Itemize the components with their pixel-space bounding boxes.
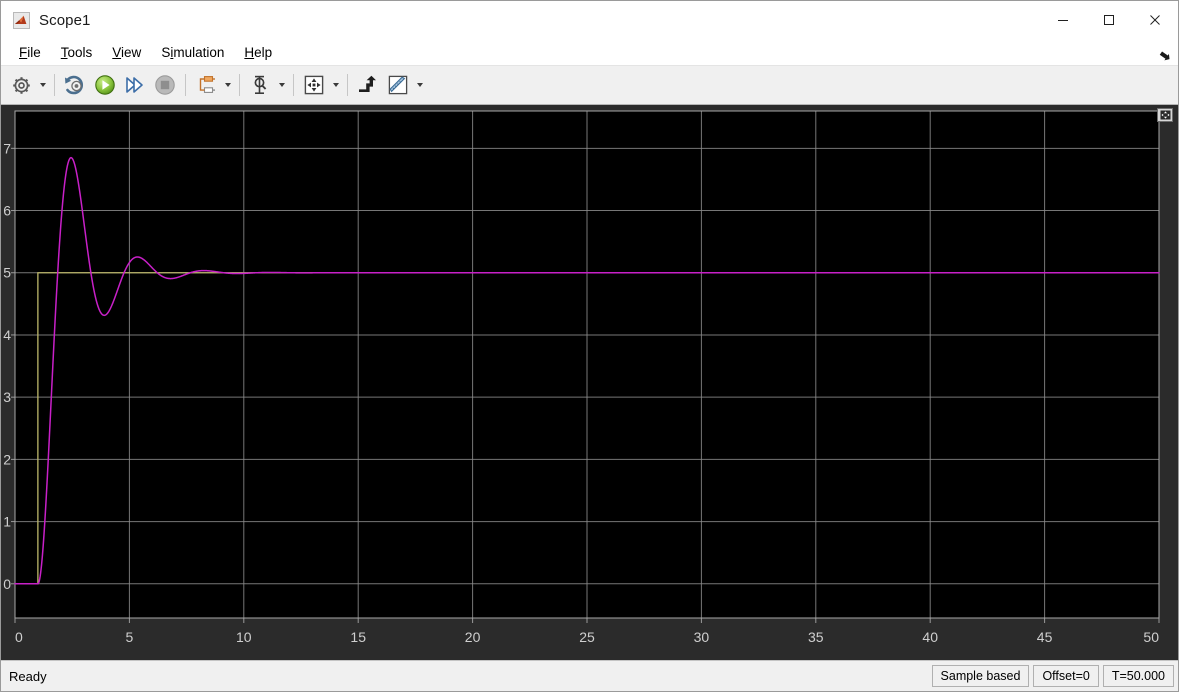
y-tick-label: 2 <box>3 451 11 467</box>
maximize-axes-button[interactable] <box>1157 108 1173 122</box>
title-bar-left: Scope1 <box>1 11 91 29</box>
toolbar-separator <box>239 74 240 96</box>
stop-icon <box>155 75 175 95</box>
y-tick-label: 4 <box>3 327 11 343</box>
zoom-fit-to-view-button[interactable] <box>299 70 329 100</box>
status-cells: Sample based Offset=0 T=50.000 <box>928 665 1178 687</box>
signal-selection-dropdown-caret[interactable] <box>221 70 234 100</box>
y-tick-label: 3 <box>3 389 11 405</box>
configuration-properties-button[interactable] <box>6 70 36 100</box>
menu-item-file[interactable]: File <box>9 42 51 63</box>
x-tick-label: 45 <box>1037 629 1053 645</box>
toolbar-separator <box>347 74 348 96</box>
minimize-button[interactable] <box>1040 1 1086 39</box>
trigger-button[interactable] <box>353 70 383 100</box>
x-tick-label: 25 <box>579 629 595 645</box>
close-button[interactable] <box>1132 1 1178 39</box>
toolbar <box>1 66 1178 105</box>
maximize-icon <box>1104 15 1114 25</box>
rewind-to-start-button[interactable] <box>60 70 90 100</box>
trigger-icon <box>359 75 376 92</box>
menu-expand-arrow-icon[interactable] <box>1158 50 1172 64</box>
window-controls <box>1040 1 1178 39</box>
x-tick-label: 0 <box>15 629 23 645</box>
cursor-measurements-button[interactable] <box>245 70 275 100</box>
cursor-icon <box>254 75 267 95</box>
toolbar-separator <box>185 74 186 96</box>
matlab-membrane-icon <box>13 11 30 29</box>
offset-cell: Offset=0 <box>1033 665 1099 687</box>
minimize-icon <box>1058 20 1068 21</box>
scope-plot-area[interactable]: 0 5 10 15 20 25 30 35 40 45 50 0 1 2 3 4 5 6 7 <box>1 105 1178 660</box>
play-icon <box>95 75 115 95</box>
title-bar: Scope1 <box>1 1 1178 39</box>
stop-button[interactable] <box>150 70 180 100</box>
menu-item-help[interactable]: Help <box>234 42 282 63</box>
x-tick-label: 50 <box>1143 629 1159 645</box>
configuration-dropdown-caret[interactable] <box>36 70 49 100</box>
y-tick-label: 0 <box>3 576 11 592</box>
status-ready-text: Ready <box>9 668 47 684</box>
x-tick-label: 5 <box>126 629 134 645</box>
menu-bar: File Tools View Simulation Help <box>1 39 1178 66</box>
time-cell: T=50.000 <box>1102 665 1174 687</box>
ruler-icon <box>388 75 408 95</box>
x-tick-label: 10 <box>236 629 252 645</box>
fit-to-view-icon <box>304 75 324 95</box>
run-button[interactable] <box>90 70 120 100</box>
y-tick-label: 6 <box>3 203 11 219</box>
gear-icon <box>12 76 30 94</box>
menu-item-view[interactable]: View <box>102 42 151 63</box>
maximize-axes-icon <box>1160 110 1170 120</box>
measurements-dropdown-caret[interactable] <box>413 70 426 100</box>
rewind-icon <box>65 75 83 95</box>
signal-selector-icon <box>199 76 215 93</box>
menu-item-tools[interactable]: Tools <box>51 42 103 63</box>
x-tick-label: 20 <box>465 629 481 645</box>
scope-axes[interactable]: 0 5 10 15 20 25 30 35 40 45 5001234567 <box>1 105 1178 650</box>
zoom-fit-dropdown-caret[interactable] <box>329 70 342 100</box>
cursor-measurements-dropdown-caret[interactable] <box>275 70 288 100</box>
x-tick-label: 30 <box>694 629 710 645</box>
signal-selection-button[interactable] <box>191 70 221 100</box>
x-tick-label: 15 <box>350 629 366 645</box>
status-bar: Ready Sample based Offset=0 T=50.000 <box>1 660 1178 691</box>
measurements-button[interactable] <box>383 70 413 100</box>
y-tick-label: 1 <box>3 514 11 530</box>
scope-window: Scope1 File Tools View Simulation Help 0… <box>0 0 1179 692</box>
x-tick-label: 35 <box>808 629 824 645</box>
y-tick-label: 7 <box>3 140 11 156</box>
toolbar-separator <box>293 74 294 96</box>
menu-item-simulation[interactable]: Simulation <box>151 42 234 63</box>
step-forward-button[interactable] <box>120 70 150 100</box>
window-title: Scope1 <box>39 11 91 29</box>
step-forward-icon <box>126 77 143 93</box>
x-tick-label: 40 <box>922 629 938 645</box>
toolbar-separator <box>54 74 55 96</box>
close-icon <box>1150 15 1160 25</box>
y-tick-label: 5 <box>3 265 11 281</box>
sample-mode-cell: Sample based <box>931 665 1030 687</box>
maximize-button[interactable] <box>1086 1 1132 39</box>
